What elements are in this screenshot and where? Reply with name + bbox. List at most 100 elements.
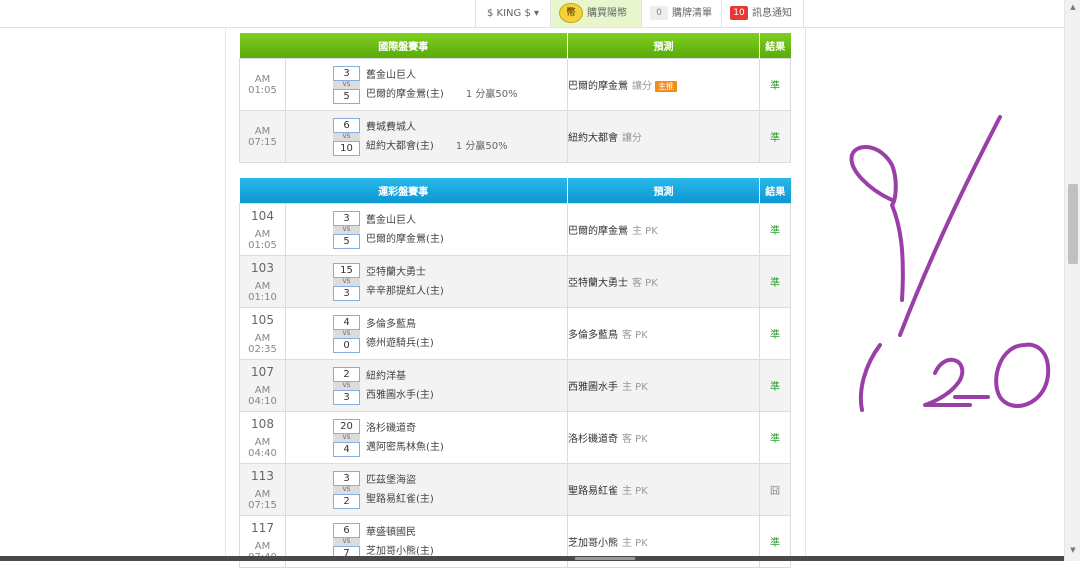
game-time: AM 01:05 <box>248 73 277 96</box>
scrollbar-thumb[interactable] <box>1068 184 1078 264</box>
home-team: 西雅圖水手(主) <box>366 389 434 401</box>
table-header-row: 國際盤賽事 預測 結果 <box>239 33 791 59</box>
vs-label: VS <box>333 80 360 89</box>
prediction-cell: 多倫多藍鳥客 PK <box>567 307 760 360</box>
game-time-cell: AM 01:05 <box>239 58 286 111</box>
game-time-cell: AM 07:15 <box>239 110 286 163</box>
scroll-down-arrow-icon[interactable]: ▼ <box>1065 543 1080 557</box>
result-cell: 準 <box>759 411 791 464</box>
prediction-cell: 紐約大都會 讓分 <box>567 110 760 163</box>
notification-count-badge: 10 <box>730 6 748 20</box>
result-label: 準 <box>770 278 780 289</box>
away-score: 6 <box>333 117 360 133</box>
away-score: 3 <box>333 470 360 486</box>
content-right-border <box>805 27 806 561</box>
result-cell: 囧 <box>759 463 791 516</box>
international-games-body: AM 01:05 3 VS 5 舊金山巨人 巴爾的摩金鶯(主) 1 分贏50% 巴爾的摩金鶯讓… <box>239 58 791 163</box>
game-row: 105 AM 02:35 4 VS 0 多倫多藍鳥 德州遊騎兵(主) 多倫多藍鳥客 PK 準 <box>239 307 791 360</box>
away-team: 紐約洋基 <box>366 370 406 382</box>
result-label: 準 <box>770 133 780 144</box>
score-box: 2 VS 3 <box>333 366 360 405</box>
prediction-market: 客 PK <box>632 278 658 289</box>
cart-label: 購牌清單 <box>672 8 712 19</box>
header-games: 國際盤賽事 <box>239 33 568 59</box>
score-box: 15 VS 3 <box>333 262 360 301</box>
predicted-team: 多倫多藍鳥 <box>568 330 618 341</box>
notifications-button[interactable]: 10 訊息通知 <box>721 0 804 27</box>
prediction-market: 讓分 <box>622 133 642 144</box>
away-team: 多倫多藍鳥 <box>366 318 416 330</box>
game-time: AM 01:05 <box>248 228 277 251</box>
header-games: 運彩盤賽事 <box>239 178 568 204</box>
handicap-odds: 1 分贏50% <box>455 140 508 152</box>
game-time: AM 04:40 <box>248 436 277 459</box>
game-row: 108 AM 04:40 20 VS 4 洛杉磯道奇 邁阿密馬林魚(主) 洛杉磯道奇客 PK 準 <box>239 411 791 464</box>
cart-button[interactable]: 0 購牌清單 <box>641 0 721 27</box>
home-score: 2 <box>333 493 360 509</box>
game-time: AM 07:15 <box>248 488 277 511</box>
game-time-cell: 108 AM 04:40 <box>239 411 286 464</box>
away-score: 3 <box>333 65 360 81</box>
matchup-cell: 4 VS 0 多倫多藍鳥 德州遊騎兵(主) <box>285 307 568 360</box>
game-number: 117 <box>251 520 274 535</box>
game-row: 103 AM 01:10 15 VS 3 亞特蘭大勇士 辛辛那提紅人(主) 亞特蘭大勇士客 P… <box>239 255 791 308</box>
matchup-cell: 20 VS 4 洛杉磯道奇 邁阿密馬林魚(主) <box>285 411 568 464</box>
home-score: 10 <box>333 140 360 156</box>
vs-label: VS <box>333 132 360 141</box>
away-score: 2 <box>333 366 360 382</box>
result-cell: 準 <box>759 255 791 308</box>
teams: 華盛頓國民 芝加哥小熊(主) <box>366 523 434 561</box>
horizontal-scrollbar[interactable] <box>0 556 1064 561</box>
matchup-cell: 3 VS 2 匹茲堡海盜 聖路易紅雀(主) <box>285 463 568 516</box>
teams: 多倫多藍鳥德州遊騎兵(主) <box>366 315 434 353</box>
away-team: 舊金山巨人 <box>366 69 416 81</box>
predicted-team: 洛杉磯道奇 <box>568 434 618 445</box>
vertical-scrollbar[interactable]: ▲ ▼ <box>1064 0 1080 561</box>
score-box: 3 VS 5 <box>333 65 360 104</box>
lottery-games-table: 運彩盤賽事 預測 結果 104 AM 01:05 3 VS 5 舊金山巨人 巴爾的摩金鶯(主… <box>239 178 791 568</box>
result-cell: 準 <box>759 58 791 111</box>
teams: 亞特蘭大勇士 辛辛那提紅人(主) <box>366 263 444 301</box>
result-label: 準 <box>770 330 780 341</box>
game-row: AM 07:15 6 VS 10 費城費城人 紐約大都會(主) 1 分贏50% 紐約大都會 讓分… <box>239 110 791 163</box>
prediction-market: 客 PK <box>622 434 648 445</box>
away-team: 洛杉磯道奇 <box>366 422 416 434</box>
horizontal-scrollbar-thumb[interactable] <box>575 557 635 560</box>
result-label: 準 <box>770 226 780 237</box>
score-box: 6 VS 7 <box>333 522 360 561</box>
score-box: 4 VS 0 <box>333 314 360 353</box>
prediction-cell: 巴爾的摩金鶯主 PK <box>567 203 760 256</box>
game-time: AM 07:15 <box>248 125 277 148</box>
away-team: 匹茲堡海盜 <box>366 474 416 486</box>
vs-label: VS <box>333 485 360 494</box>
home-team: 巴爾的摩金鶯(主) <box>366 233 444 245</box>
home-score: 4 <box>333 441 360 457</box>
teams: 洛杉磯道奇 邁阿密馬林魚(主) <box>366 419 444 457</box>
prediction-cell: 聖路易紅雀主 PK <box>567 463 760 516</box>
account-menu[interactable]: $ KING $ ▾ <box>475 0 550 27</box>
buy-coins-label: 購買陽幣 <box>587 8 627 19</box>
home-team: 芝加哥小熊(主) <box>366 545 434 557</box>
result-cell: 準 <box>759 307 791 360</box>
header-result: 結果 <box>759 178 791 204</box>
predicted-team: 巴爾的摩金鶯 <box>568 81 628 92</box>
home-team: 德州遊騎兵(主) <box>366 337 434 349</box>
prediction-cell: 洛杉磯道奇客 PK <box>567 411 760 464</box>
matchup-cell: 3 VS 5 舊金山巨人 巴爾的摩金鶯(主) <box>285 203 568 256</box>
scroll-up-arrow-icon[interactable]: ▲ <box>1065 0 1080 14</box>
score-box: 3 VS 2 <box>333 470 360 509</box>
buy-coins-button[interactable]: 幣購買陽幣 <box>550 0 641 27</box>
predicted-team: 紐約大都會 <box>568 133 618 144</box>
international-games-table: 國際盤賽事 預測 結果 AM 01:05 3 VS 5 舊金山巨人 巴爾的摩金鶯(主) 1 … <box>239 33 791 163</box>
result-label: 準 <box>770 382 780 393</box>
game-number: 108 <box>251 416 274 431</box>
away-score: 20 <box>333 418 360 434</box>
game-time-cell: 105 AM 02:35 <box>239 307 286 360</box>
cart-count-badge: 0 <box>650 6 668 20</box>
game-time: AM 01:10 <box>248 280 277 303</box>
predicted-team: 亞特蘭大勇士 <box>568 278 628 289</box>
score-box: 3 VS 5 <box>333 210 360 249</box>
game-time: AM 02:35 <box>248 332 277 355</box>
prediction-market: 主 PK <box>622 382 648 393</box>
table-header-row: 運彩盤賽事 預測 結果 <box>239 178 791 204</box>
